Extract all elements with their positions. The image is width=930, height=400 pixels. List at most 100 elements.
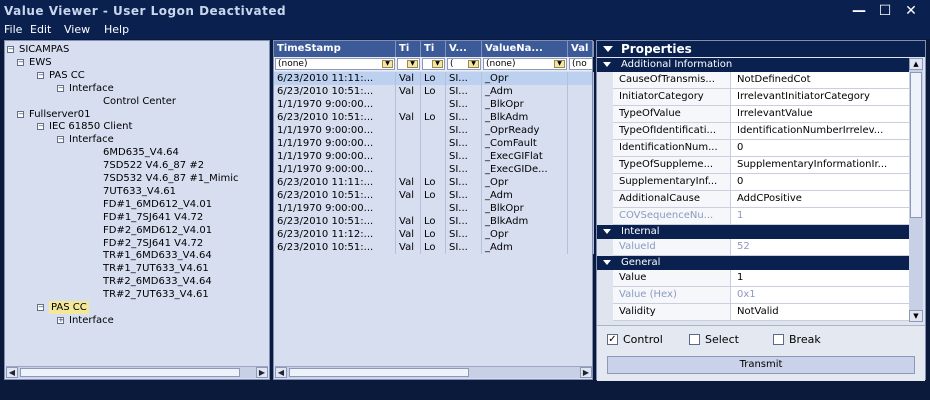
property-value[interactable]: 1 bbox=[731, 270, 909, 287]
column-header-val[interactable]: Val bbox=[568, 41, 594, 57]
menu-help[interactable]: Help bbox=[104, 23, 129, 36]
transmit-button[interactable]: Transmit bbox=[607, 356, 915, 374]
column-header-valuename[interactable]: ValueNa... bbox=[482, 41, 568, 57]
tree-node[interactable]: SICAMPAS bbox=[19, 43, 69, 56]
property-row[interactable]: CauseOfTransmis... NotDefinedCot bbox=[597, 72, 909, 89]
property-row[interactable]: SupplementaryInf... 0 bbox=[597, 174, 909, 191]
table-row[interactable]: 1/1/1970 9:00:00... SI... _BlkOpr bbox=[274, 98, 594, 111]
tree-node[interactable]: TR#2_7UT633_V4.61 bbox=[103, 288, 209, 301]
column-header-ti-1[interactable]: Ti bbox=[396, 41, 421, 57]
tree-node[interactable]: 6MD635_V4.64 bbox=[103, 146, 179, 159]
checkbox-box[interactable] bbox=[689, 334, 700, 345]
property-category[interactable]: General bbox=[597, 256, 909, 270]
minimize-button[interactable]: — bbox=[848, 2, 870, 20]
filter-v[interactable]: (▼ bbox=[447, 58, 481, 70]
expand-icon[interactable]: + bbox=[57, 316, 64, 324]
filter-timestamp[interactable]: (none) ▼ bbox=[275, 58, 395, 70]
table-row[interactable]: 6/23/2010 10:51:... Val Lo SI... _BlkAdm bbox=[274, 215, 594, 228]
property-row[interactable]: InitiatorCategory IrrelevantInitiatorCate… bbox=[597, 89, 909, 106]
collapse-icon[interactable]: − bbox=[57, 136, 64, 144]
scroll-left-icon[interactable]: ◀ bbox=[275, 367, 287, 378]
property-row[interactable]: IdentificationNum... 0 bbox=[597, 140, 909, 157]
filter-ti-2[interactable]: ▼ bbox=[422, 58, 445, 70]
tree-node[interactable]: Interface bbox=[69, 314, 114, 327]
tree-node[interactable]: EWS bbox=[29, 56, 52, 69]
dropdown-arrow-icon[interactable]: ▼ bbox=[554, 60, 565, 68]
checkbox-box[interactable] bbox=[773, 334, 784, 345]
menu-file[interactable]: File bbox=[4, 23, 22, 36]
collapse-icon[interactable]: − bbox=[37, 304, 44, 311]
table-row[interactable]: 6/23/2010 10:51:... Val Lo SI... _Adm bbox=[274, 241, 594, 254]
property-row[interactable]: TypeOfIdentificati... IdentificationNumbe… bbox=[597, 123, 909, 140]
tree-view[interactable]: − SICAMPAS − EWS − PAS CC − Interface Control Ce… bbox=[5, 41, 269, 363]
tree-hscrollbar[interactable]: ◀ ▶ bbox=[6, 366, 268, 378]
select-checkbox[interactable]: Select bbox=[689, 333, 759, 347]
dropdown-arrow-icon[interactable]: ▼ bbox=[382, 60, 393, 68]
tree-node[interactable]: 7UT633_V4.61 bbox=[103, 185, 176, 198]
tree-node[interactable]: FD#1_6MD612_V4.01 bbox=[103, 198, 212, 211]
property-row[interactable]: Value (Hex) 0x1 bbox=[597, 287, 909, 304]
break-checkbox[interactable]: Break bbox=[773, 333, 843, 347]
collapse-icon[interactable]: − bbox=[57, 84, 64, 92]
table-row[interactable]: 6/23/2010 11:12:... Val Lo SI... _Opr bbox=[274, 228, 594, 241]
tree-node[interactable]: 7SD532 V4.6_87 #1_Mimic bbox=[103, 172, 239, 185]
properties-vscroll-thumb[interactable] bbox=[910, 72, 922, 218]
tree-node[interactable]: TR#1_7UT633_V4.61 bbox=[103, 262, 209, 275]
collapse-icon[interactable]: − bbox=[37, 123, 44, 131]
table-row[interactable]: 6/23/2010 11:11:... Val Lo SI... _Opr bbox=[274, 72, 594, 85]
tree-node[interactable]: TR#2_6MD633_V4.64 bbox=[103, 275, 212, 288]
dropdown-arrow-icon[interactable]: ▼ bbox=[407, 60, 418, 68]
collapse-icon[interactable]: − bbox=[37, 71, 44, 79]
table-row[interactable]: 1/1/1970 9:00:00... SI... _ExecGIDe... bbox=[274, 163, 594, 176]
property-row[interactable]: TypeOfSuppleme... SupplementaryInformatio… bbox=[597, 157, 909, 174]
scroll-right-icon[interactable]: ▶ bbox=[580, 367, 592, 378]
filter-ti-1[interactable]: ▼ bbox=[397, 58, 420, 70]
tree-node[interactable]: Interface bbox=[69, 133, 114, 146]
table-row[interactable]: 1/1/1970 9:00:00... SI... _ComFault bbox=[274, 137, 594, 150]
table-row[interactable]: 1/1/1970 9:00:00... SI... _OprReady bbox=[274, 124, 594, 137]
tree-node[interactable]: Interface bbox=[69, 82, 114, 95]
menu-view[interactable]: View bbox=[64, 23, 90, 36]
tree-node[interactable]: Control Center bbox=[103, 95, 176, 108]
close-button[interactable]: ✕ bbox=[900, 2, 922, 20]
table-row[interactable]: 1/1/1970 9:00:00... SI... _BlkOpr bbox=[274, 202, 594, 215]
property-category[interactable]: Internal bbox=[597, 225, 909, 239]
property-value[interactable]: NotDefinedCot bbox=[731, 72, 909, 89]
grid-hscrollbar[interactable]: ◀ ▶ bbox=[275, 366, 592, 378]
tree-node[interactable]: Fullserver01 bbox=[29, 108, 90, 121]
property-row[interactable]: Value 1 bbox=[597, 270, 909, 287]
property-row[interactable]: ValueId 52 bbox=[597, 239, 909, 256]
control-checkbox[interactable]: ✓ Control bbox=[607, 333, 677, 347]
table-row[interactable]: 6/23/2010 10:51:... Val Lo SI... _Adm bbox=[274, 85, 594, 98]
column-header-ti-2[interactable]: Ti bbox=[421, 41, 446, 57]
table-row[interactable]: 6/23/2010 10:51:... Val Lo SI... _BlkAdm bbox=[274, 111, 594, 124]
property-value[interactable]: 0 bbox=[731, 174, 909, 191]
column-header-v[interactable]: V... bbox=[446, 41, 482, 57]
dropdown-arrow-icon[interactable]: ▼ bbox=[432, 60, 443, 68]
property-value[interactable]: 0 bbox=[731, 140, 909, 157]
property-row[interactable]: COVSequenceNu... 1 bbox=[597, 208, 909, 225]
table-row[interactable]: 6/23/2010 11:11:... Val Lo SI... _Opr bbox=[274, 176, 594, 189]
tree-node[interactable]: TR#1_6MD633_V4.64 bbox=[103, 249, 212, 262]
tree-node[interactable]: FD#2_6MD612_V4.01 bbox=[103, 224, 212, 237]
scroll-down-icon[interactable]: ▼ bbox=[909, 310, 923, 322]
dropdown-arrow-icon[interactable]: ▼ bbox=[468, 60, 479, 68]
property-value[interactable]: IdentificationNumberIrrelev... bbox=[731, 123, 909, 140]
property-value[interactable]: IrrelevantInitiatorCategory bbox=[731, 89, 909, 106]
tree-node[interactable]: IEC 61850 Client bbox=[49, 120, 132, 133]
collapse-icon[interactable]: − bbox=[7, 46, 14, 53]
tree-node[interactable]: FD#1_7SJ641 V4.72 bbox=[103, 211, 203, 224]
property-row[interactable]: Validity NotValid bbox=[597, 304, 909, 321]
property-value[interactable]: IrrelevantValue bbox=[731, 106, 909, 123]
table-row[interactable]: 6/23/2010 10:51:... Val Lo SI... _Adm bbox=[274, 189, 594, 202]
tree-node[interactable]: 7SD522 V4.6_87 #2 bbox=[103, 159, 204, 172]
properties-vscrollbar[interactable]: ▲ ▼ bbox=[909, 58, 923, 322]
tree-node[interactable]: FD#2_7SJ641 V4.72 bbox=[103, 237, 203, 250]
property-category[interactable]: Additional Information bbox=[597, 58, 909, 72]
table-row[interactable]: 1/1/1970 9:00:00... SI... _ExecGIFlat bbox=[274, 150, 594, 163]
property-value[interactable]: AddCPositive bbox=[731, 191, 909, 208]
menu-edit[interactable]: Edit bbox=[30, 23, 51, 36]
checkbox-box[interactable]: ✓ bbox=[607, 334, 618, 345]
tree-node[interactable]: PAS CC bbox=[49, 301, 89, 314]
filter-val[interactable]: (no bbox=[569, 58, 593, 70]
